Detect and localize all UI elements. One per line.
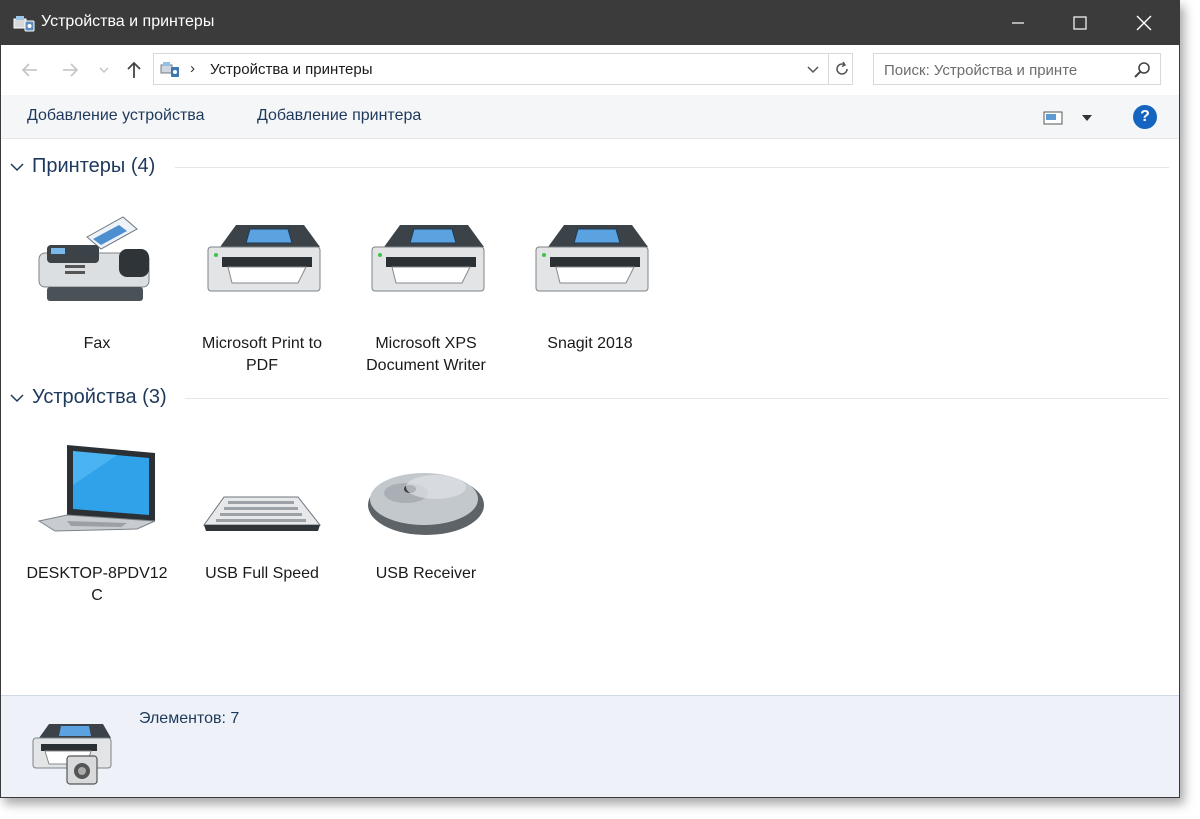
group-title-printers: Принтеры (4) xyxy=(32,155,156,177)
breadcrumb-current[interactable]: Устройства и принтеры xyxy=(210,61,372,78)
forward-button[interactable] xyxy=(59,57,81,83)
change-view-button[interactable] xyxy=(1043,107,1099,129)
device-label: DESKTOP-8PDV12C xyxy=(26,565,168,604)
search-icon[interactable] xyxy=(1132,60,1152,80)
group-divider xyxy=(175,167,1169,168)
chevron-down-icon xyxy=(10,394,24,403)
recent-locations-button[interactable] xyxy=(97,57,111,83)
minimize-button[interactable] xyxy=(983,1,1053,45)
device-label: USB Receiver xyxy=(375,565,477,582)
add-device-button[interactable]: Добавление устройства xyxy=(27,107,205,125)
devices-printers-app-icon xyxy=(13,16,35,32)
device-label: USB Full Speed xyxy=(205,565,319,582)
group-divider xyxy=(185,398,1169,399)
fax-icon xyxy=(38,216,150,301)
group-header-devices[interactable]: Устройства (3) xyxy=(9,384,1169,414)
breadcrumb-separator: › xyxy=(190,60,195,77)
content-area: Принтеры (4) Fax Microsoft Print to PDF … xyxy=(1,139,1179,695)
mouse-icon xyxy=(368,473,484,535)
up-button[interactable] xyxy=(123,57,145,83)
search-input[interactable] xyxy=(884,60,1124,80)
devices-printers-icon xyxy=(160,62,179,77)
refresh-icon xyxy=(835,61,848,75)
command-bar: Добавление устройства Добавление принтер… xyxy=(1,95,1179,139)
view-icon xyxy=(1043,111,1063,125)
arrow-left-icon xyxy=(21,63,37,77)
chevron-down-icon xyxy=(99,67,109,73)
back-button[interactable] xyxy=(19,57,41,83)
close-icon xyxy=(1136,15,1152,31)
maximize-button[interactable] xyxy=(1045,1,1115,45)
device-label: Microsoft Print to PDF xyxy=(201,335,323,374)
group-header-printers[interactable]: Принтеры (4) xyxy=(9,153,1169,183)
help-icon: ? xyxy=(1140,108,1150,125)
minimize-icon xyxy=(1012,22,1024,24)
window-title: Устройства и принтеры xyxy=(41,13,215,30)
arrow-up-icon xyxy=(127,61,141,78)
title-bar: Устройства и принтеры xyxy=(1,1,1179,45)
maximize-icon xyxy=(1073,16,1087,30)
item-count: Элементов: 7 xyxy=(139,710,240,727)
printer-icon xyxy=(207,225,321,292)
laptop-icon xyxy=(37,445,156,532)
refresh-button[interactable] xyxy=(828,54,854,84)
devices-printers-icon xyxy=(32,724,112,785)
group-title-devices: Устройства (3) xyxy=(32,386,167,408)
add-printer-button[interactable]: Добавление принтера xyxy=(257,107,421,125)
devices-and-printers-window: Устройства и принтеры › Устройства и при… xyxy=(0,0,1180,798)
search-box[interactable] xyxy=(873,53,1161,85)
address-bar[interactable]: › Устройства и принтеры xyxy=(153,53,853,85)
close-button[interactable] xyxy=(1109,1,1179,45)
printer-icon xyxy=(371,225,485,292)
chevron-down-icon xyxy=(807,66,819,74)
device-label: Fax xyxy=(83,335,111,352)
details-pane: Элементов: 7 xyxy=(1,695,1179,797)
device-label: Snagit 2018 xyxy=(547,335,633,352)
address-history-button[interactable] xyxy=(804,60,822,80)
printer-icon xyxy=(535,225,649,292)
chevron-down-icon xyxy=(10,163,24,172)
arrow-right-icon xyxy=(63,63,79,77)
chevron-down-icon xyxy=(1082,115,1092,121)
device-label: Microsoft XPS Document Writer xyxy=(366,335,486,374)
keyboard-icon xyxy=(203,496,322,531)
help-button[interactable]: ? xyxy=(1133,105,1157,129)
